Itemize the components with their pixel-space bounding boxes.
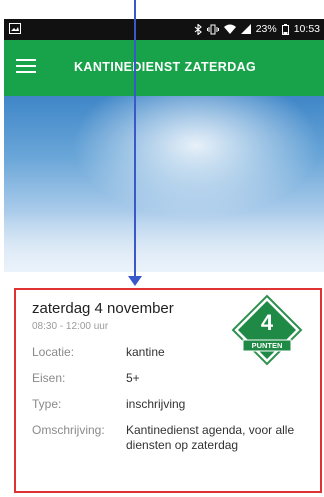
event-detail-card: zaterdag 4 november 08:30 - 12:00 uur 4 … (14, 288, 322, 493)
event-details: Locatie: kantine Eisen: 5+ Type: inschri… (32, 345, 322, 464)
event-time: 08:30 - 12:00 uur (32, 321, 109, 332)
detail-label: Type: (32, 397, 62, 411)
battery-icon (281, 23, 289, 35)
detail-value: inschrijving (126, 397, 186, 411)
annotation-arrow-head (128, 276, 142, 286)
app-bar: KANTINEDIENST ZATERDAG (4, 40, 324, 96)
detail-row-type: Type: inschrijving (32, 397, 322, 412)
battery-percentage: 23% (255, 23, 277, 35)
header-image (4, 96, 324, 272)
detail-label: Locatie: (32, 345, 75, 359)
points-value: 4 (260, 310, 274, 335)
vibrate-icon (206, 24, 219, 35)
annotation-arrow (134, 0, 136, 280)
detail-value: Kantinedienst agenda, voor alle diensten… (126, 423, 295, 452)
detail-row-omschrijving: Omschrijving: Kantinedienst agenda, voor… (32, 423, 322, 453)
clock: 10:53 (293, 23, 320, 35)
detail-value: kantine (126, 345, 165, 359)
event-date: zaterdag 4 november (32, 300, 174, 317)
detail-row-locatie: Locatie: kantine (32, 345, 322, 360)
signal-icon (240, 24, 251, 34)
page-title: KANTINEDIENST ZATERDAG (74, 60, 257, 74)
status-bar: 23% 10:53 (4, 19, 324, 40)
bluetooth-icon (194, 23, 202, 35)
detail-label: Omschrijving: (32, 423, 105, 437)
wifi-icon (223, 24, 236, 34)
detail-row-eisen: Eisen: 5+ (32, 371, 322, 386)
detail-value: 5+ (126, 371, 140, 385)
detail-label: Eisen: (32, 371, 66, 385)
image-icon (9, 23, 21, 34)
hamburger-menu-icon[interactable] (16, 59, 36, 75)
